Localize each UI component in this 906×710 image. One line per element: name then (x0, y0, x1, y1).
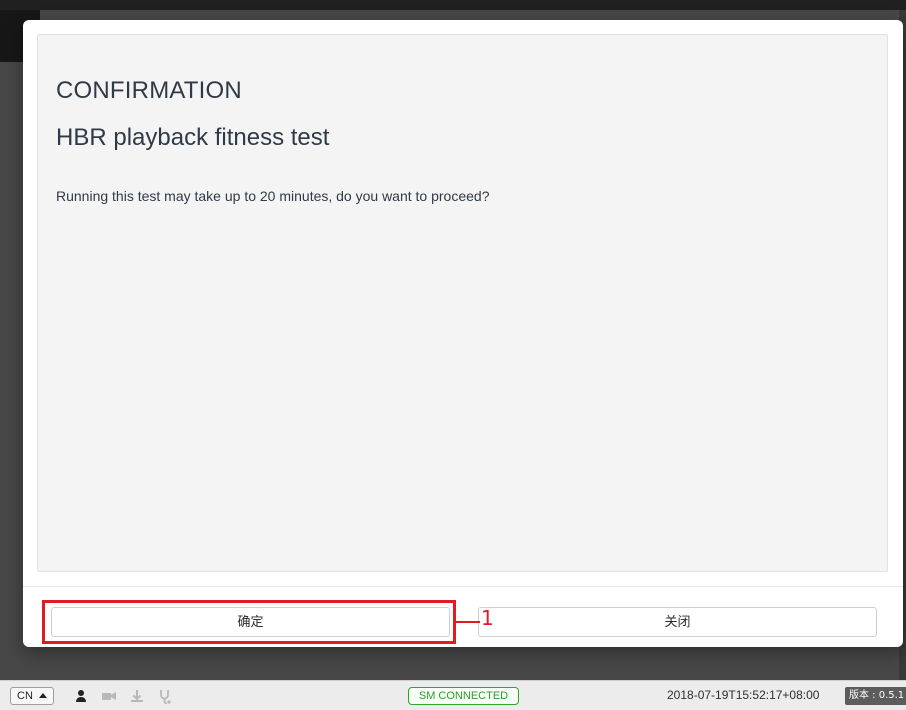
stethoscope-icon[interactable] (156, 687, 174, 705)
language-label: CN (17, 690, 33, 702)
language-selector[interactable]: CN (10, 687, 54, 705)
video-icon[interactable] (100, 687, 118, 705)
confirmation-modal: CONFIRMATION HBR playback fitness test R… (23, 20, 903, 647)
annotation-number: 1 (481, 606, 494, 630)
confirm-button[interactable]: 确定 (51, 607, 450, 637)
modal-message: Running this test may take up to 20 minu… (56, 188, 490, 204)
user-icon[interactable] (72, 687, 90, 705)
annotation-leader-line (456, 621, 480, 623)
timestamp: 2018-07-19T15:52:17+08:00 (667, 688, 820, 702)
sm-connection-status: SM CONNECTED (408, 687, 519, 705)
caret-up-icon (38, 693, 47, 698)
close-button[interactable]: 关闭 (478, 607, 877, 637)
status-bar: CN SM CONNECTED 2018-07-19T15:52:17+08:0… (0, 680, 906, 710)
status-icons (72, 687, 174, 705)
modal-subtitle: HBR playback fitness test (56, 124, 330, 151)
modal-title: CONFIRMATION (56, 77, 242, 104)
download-icon[interactable] (128, 687, 146, 705)
version-badge: 版本 : 0.5.1 (845, 687, 906, 705)
modal-footer-divider (23, 586, 903, 587)
modal-content-panel: CONFIRMATION HBR playback fitness test R… (37, 34, 888, 572)
